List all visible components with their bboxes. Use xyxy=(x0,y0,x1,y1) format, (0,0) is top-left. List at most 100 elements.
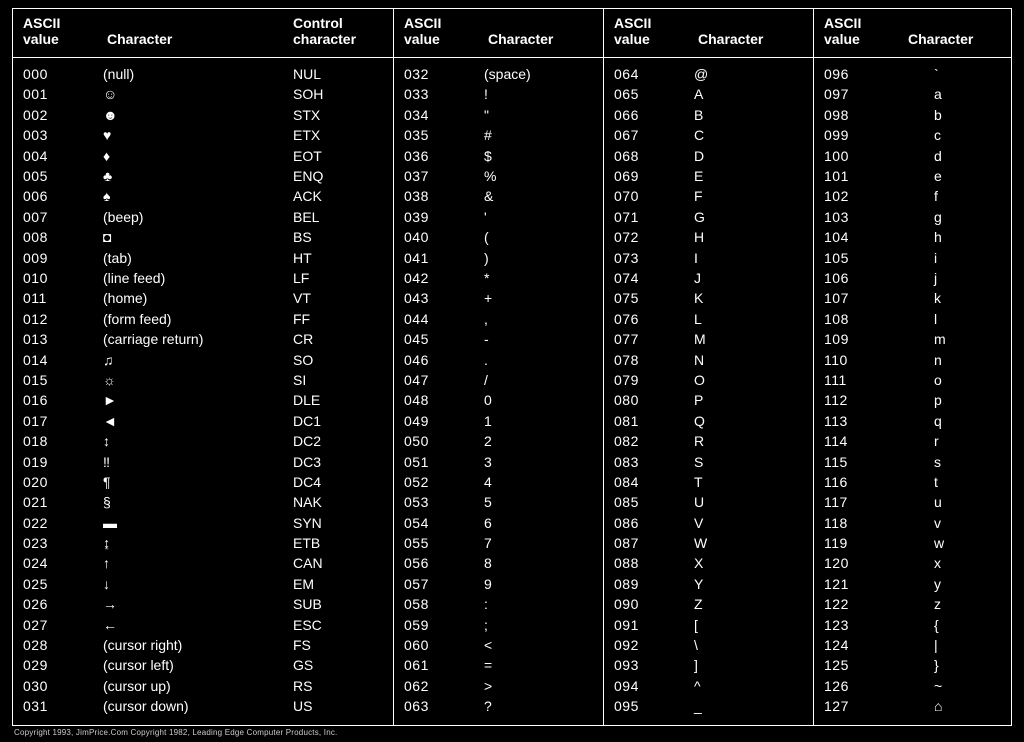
ascii-character: l xyxy=(904,310,1003,329)
table-row: 059; xyxy=(404,615,593,635)
ascii-value: 029 xyxy=(23,656,103,675)
table-row: 045- xyxy=(404,329,593,349)
ascii-character: (null) xyxy=(103,65,293,84)
ascii-character: ! xyxy=(484,85,593,104)
ascii-value: 073 xyxy=(614,249,694,268)
table-row: 114r xyxy=(824,431,1003,451)
ascii-value: 078 xyxy=(614,351,694,370)
ascii-value: 054 xyxy=(404,514,484,533)
ascii-character: ♫ xyxy=(103,351,293,370)
ascii-value: 086 xyxy=(614,514,694,533)
table-row: 066B xyxy=(614,105,803,125)
ascii-value: 064 xyxy=(614,65,694,84)
ascii-character: (cursor down) xyxy=(103,697,293,716)
table-row: 102f xyxy=(824,187,1003,207)
ascii-character: 6 xyxy=(484,514,593,533)
ascii-character: * xyxy=(484,269,593,288)
ascii-character: k xyxy=(904,289,1003,308)
ascii-value: 011 xyxy=(23,289,103,308)
ascii-value: 120 xyxy=(824,554,904,573)
table-row: 084T xyxy=(614,472,803,492)
ascii-value: 005 xyxy=(23,167,103,186)
ascii-character: ` xyxy=(904,65,1003,84)
ascii-value: 035 xyxy=(404,126,484,145)
ascii-character: i xyxy=(904,249,1003,268)
ascii-value: 045 xyxy=(404,330,484,349)
ascii-character: p xyxy=(904,391,1003,410)
ascii-value: 107 xyxy=(824,289,904,308)
ascii-value: 001 xyxy=(23,85,103,104)
ascii-value: 000 xyxy=(23,65,103,84)
table-row: 040( xyxy=(404,227,593,247)
ascii-value: 104 xyxy=(824,228,904,247)
ascii-character: → xyxy=(103,595,293,614)
table-row: 109m xyxy=(824,329,1003,349)
ascii-value: 118 xyxy=(824,514,904,533)
ascii-character: ) xyxy=(484,249,593,268)
ascii-character: u xyxy=(904,493,1003,512)
table-row: 023↨ETB xyxy=(23,533,383,553)
ascii-value: 033 xyxy=(404,85,484,104)
table-row: 095_ xyxy=(614,696,803,716)
table-row: 072H xyxy=(614,227,803,247)
column-1: 032(space)033!034"035#036$037%038&039'04… xyxy=(393,58,603,725)
table-row: 096` xyxy=(824,64,1003,84)
table-row: 005♣ENQ xyxy=(23,166,383,186)
ascii-value: 044 xyxy=(404,310,484,329)
table-row: 033! xyxy=(404,85,593,105)
ascii-character: (space) xyxy=(484,65,593,84)
ascii-value: 020 xyxy=(23,473,103,492)
table-row: 032(space) xyxy=(404,64,593,84)
ascii-character: ← xyxy=(103,616,293,635)
ascii-character: (tab) xyxy=(103,249,293,268)
ascii-value: 015 xyxy=(23,371,103,390)
ascii-value: 095 xyxy=(614,697,694,716)
ascii-character: j xyxy=(904,269,1003,288)
ascii-character: (cursor up) xyxy=(103,677,293,696)
control-character: ESC xyxy=(293,616,383,635)
table-row: 083S xyxy=(614,452,803,472)
ascii-value: 034 xyxy=(404,106,484,125)
ascii-value: 047 xyxy=(404,371,484,390)
control-character: ETB xyxy=(293,534,383,553)
ascii-character: K xyxy=(694,289,803,308)
ascii-value: 009 xyxy=(23,249,103,268)
ascii-character: m xyxy=(904,330,1003,349)
ascii-character: d xyxy=(904,147,1003,166)
ascii-character: v xyxy=(904,514,1003,533)
ascii-character: W xyxy=(694,534,803,553)
control-character: SYN xyxy=(293,514,383,533)
control-character: HT xyxy=(293,249,383,268)
table-row: 058: xyxy=(404,594,593,614)
ascii-character: h xyxy=(904,228,1003,247)
table-row: 126~ xyxy=(824,676,1003,696)
ascii-character: (beep) xyxy=(103,208,293,227)
ascii-value: 039 xyxy=(404,208,484,227)
ascii-value: 067 xyxy=(614,126,694,145)
table-row: 062> xyxy=(404,676,593,696)
ascii-value: 089 xyxy=(614,575,694,594)
ascii-character: T xyxy=(694,473,803,492)
table-row: 015☼SI xyxy=(23,370,383,390)
ascii-value: 077 xyxy=(614,330,694,349)
ascii-value: 059 xyxy=(404,616,484,635)
ascii-value: 003 xyxy=(23,126,103,145)
table-row: 077M xyxy=(614,329,803,349)
header-col-3: ASCIIvalue Character xyxy=(813,9,1013,57)
copyright-footer: Copyright 1993, JimPrice.Com Copyright 1… xyxy=(14,728,1024,737)
control-character: BS xyxy=(293,228,383,247)
table-row: 041) xyxy=(404,248,593,268)
ascii-value: 102 xyxy=(824,187,904,206)
table-row: 042* xyxy=(404,268,593,288)
ascii-value: 105 xyxy=(824,249,904,268)
table-row: 117u xyxy=(824,492,1003,512)
table-header-row: ASCIIvalue Character Controlcharacter AS… xyxy=(13,9,1011,58)
table-row: 020¶DC4 xyxy=(23,472,383,492)
ascii-character: ↑ xyxy=(103,554,293,573)
table-row: 039' xyxy=(404,207,593,227)
ascii-value: 099 xyxy=(824,126,904,145)
table-row: 088X xyxy=(614,554,803,574)
ascii-character: (cursor left) xyxy=(103,656,293,675)
control-character: DC2 xyxy=(293,432,383,451)
ascii-value: 125 xyxy=(824,656,904,675)
